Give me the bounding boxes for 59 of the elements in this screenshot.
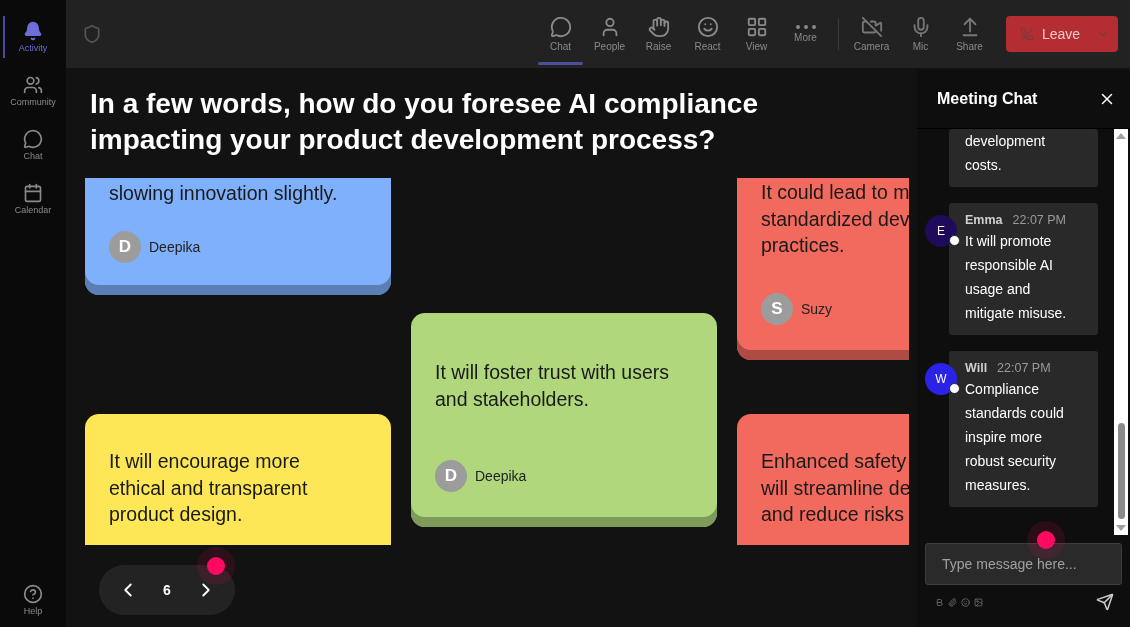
send-icon[interactable] [1096,593,1114,611]
sidebar-item[interactable]: Calendar [0,172,66,226]
camera-icon [860,16,883,38]
message-text: Compliance standards could inspire more robust security measures. [965,380,1065,495]
sidebar-item[interactable]: Community [0,64,66,118]
message-text: It will promote responsible AI usage and mitigate misuse. [965,232,1068,323]
leave-button[interactable]: Leave [1006,16,1118,52]
answer-text: Enhanced safety will streamline de and reduce risks [761,449,909,527]
toolbar-button[interactable]: Share [945,0,994,68]
avatar: D [109,230,141,263]
community-icon [23,75,43,95]
shield-icon [82,24,102,44]
chat-icon [23,129,43,149]
message-time: 22:07 PM [1012,212,1067,229]
message-time: 22:07 PM [997,360,1051,377]
answer-text: It could lead to m standardized dev practices. [761,180,909,258]
help-icon [23,584,43,604]
author-name: Suzy [801,300,833,317]
more-icon [795,25,816,29]
emoji-icon[interactable] [961,597,970,607]
sidebar-item[interactable]: Activity [0,10,66,64]
author-name: Deepika [475,468,527,484]
toolbar-button[interactable]: Mic [896,0,945,68]
page-number: 6 [163,582,171,598]
message-author: Will [965,360,988,377]
toolbar-button[interactable]: People [585,0,634,68]
answer-text: It will foster trust with users and stakeholders. [435,360,671,412]
message-author: Emma [965,212,1003,229]
question-title: In a few words, how do you foresee AI compliance impacting your product development process? [90,87,759,157]
author-name: Deepika [149,238,201,255]
message-input[interactable]: Type message here... [925,543,1122,585]
touch-marker [207,557,225,575]
answer-text: It will encourage more ethical and transparent product design. [109,449,309,527]
avatar: D [435,460,467,492]
avatar: W [925,363,957,395]
view-icon [745,16,768,38]
sidebar-item[interactable]: Chat [0,118,66,172]
avatar: E [925,215,957,247]
chat-title: Meeting Chat [937,90,1038,108]
toolbar-button[interactable]: Raise [634,0,683,68]
calendar-icon [23,183,43,203]
message-text: development costs. [965,132,1047,175]
toolbar-button[interactable]: View [732,0,781,68]
paperclip-icon[interactable] [948,597,957,607]
activity-icon [23,21,43,41]
toolbar-button[interactable]: Camera [847,0,896,68]
phone-icon [1020,25,1034,43]
raise-icon [647,16,670,38]
format-icon[interactable] [935,597,944,607]
toolbar-button[interactable]: More [781,0,830,68]
chat-icon [549,16,572,38]
answer-text: slowing innovation slightly. [109,181,339,206]
scrollbar[interactable] [1114,129,1128,535]
react-icon [696,16,719,38]
sidebar-item[interactable]: Help [0,573,66,627]
avatar: S [761,292,793,325]
image-icon[interactable] [974,597,983,607]
toolbar-button[interactable]: Chat [536,0,585,68]
toolbar-button[interactable]: React [683,0,732,68]
